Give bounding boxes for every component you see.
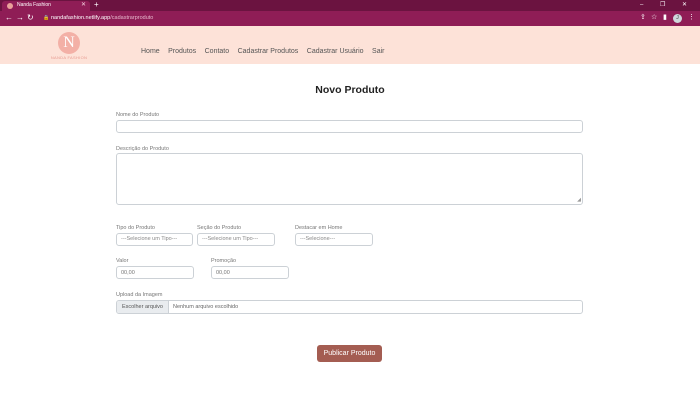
page-title: Novo Produto xyxy=(315,84,385,96)
file-status: Nenhum arquivo escolhido xyxy=(173,304,239,310)
sidebar-icon[interactable]: ▮ xyxy=(663,13,667,23)
logo-icon[interactable]: N xyxy=(58,32,80,54)
favicon-icon xyxy=(7,3,13,9)
promocao-input[interactable] xyxy=(211,266,289,279)
address-bar[interactable]: 🔒 nandafashion.netlify.app/cadastrarprod… xyxy=(36,13,636,24)
url-text: nandafashion.netlify.app/cadastrarprodut… xyxy=(51,15,153,21)
menu-sair[interactable]: Sair xyxy=(372,48,384,55)
main-menu: Home Produtos Contato Cadastrar Produtos… xyxy=(141,40,388,55)
choose-file-button[interactable]: Escolher arquivo xyxy=(117,301,169,313)
url-path: /cadastrarproduto xyxy=(110,15,154,21)
lock-icon[interactable]: 🔒 xyxy=(43,15,49,21)
reload-icon[interactable]: ↻ xyxy=(27,12,34,24)
url-host: nandafashion.netlify.app xyxy=(51,15,111,21)
close-window-icon[interactable]: ✕ xyxy=(682,0,687,10)
menu-home[interactable]: Home xyxy=(141,48,160,55)
minimize-icon[interactable]: – xyxy=(640,0,643,10)
browser-tab[interactable]: Nanda Fashion ✕ xyxy=(2,1,90,11)
menu-produtos[interactable]: Produtos xyxy=(168,48,196,55)
browser-toolbar: ← → ↻ 🔒 nandafashion.netlify.app/cadastr… xyxy=(0,11,700,26)
menu-contato[interactable]: Contato xyxy=(205,48,230,55)
menu-kebab-icon[interactable]: ⋮ xyxy=(688,13,695,23)
back-icon[interactable]: ← xyxy=(5,12,13,24)
valor-input[interactable] xyxy=(116,266,194,279)
destacar-label: Destacar em Home xyxy=(295,225,343,231)
secao-label: Seção do Produto xyxy=(197,225,242,231)
logo-text: NANDA FASHION xyxy=(50,55,88,60)
tab-title: Nanda Fashion xyxy=(17,2,51,8)
secao-select[interactable]: ---Selecione um Tipo--- xyxy=(197,233,275,246)
descricao-textarea[interactable]: ◢ xyxy=(116,153,583,205)
menu-cadastrar-usuario[interactable]: Cadastrar Usuário xyxy=(307,48,364,55)
site-header: N NANDA FASHION Home Produtos Contato Ca… xyxy=(0,26,700,64)
share-icon[interactable]: ⇪ xyxy=(640,13,646,23)
browser-tab-strip: Nanda Fashion ✕ + – ❐ ✕ xyxy=(0,0,700,11)
publish-product-button[interactable]: Publicar Produto xyxy=(317,345,382,362)
tipo-label: Tipo do Produto xyxy=(116,225,155,231)
new-tab-icon[interactable]: + xyxy=(94,0,99,10)
maximize-icon[interactable]: ❐ xyxy=(660,0,665,10)
profile-avatar[interactable]: J xyxy=(673,14,682,23)
menu-cadastrar-produtos[interactable]: Cadastrar Produtos xyxy=(238,48,299,55)
resize-grip-icon[interactable]: ◢ xyxy=(577,198,581,203)
forward-icon[interactable]: → xyxy=(16,12,24,24)
logo-letter: N xyxy=(63,34,75,51)
image-file-input[interactable]: Escolher arquivo Nenhum arquivo escolhid… xyxy=(116,300,583,314)
close-tab-icon[interactable]: ✕ xyxy=(81,1,86,8)
nome-input[interactable] xyxy=(116,120,583,133)
nome-label: Nome do Produto xyxy=(116,112,160,118)
valor-label: Valor xyxy=(116,258,129,264)
promocao-label: Promoção xyxy=(211,258,237,264)
destacar-select[interactable]: ---Selecione--- xyxy=(295,233,373,246)
bookmark-star-icon[interactable]: ☆ xyxy=(651,13,657,23)
tipo-select[interactable]: ---Selecione um Tipo--- xyxy=(116,233,193,246)
upload-label: Upload da Imagem xyxy=(116,292,163,298)
descricao-label: Descrição do Produto xyxy=(116,146,169,152)
